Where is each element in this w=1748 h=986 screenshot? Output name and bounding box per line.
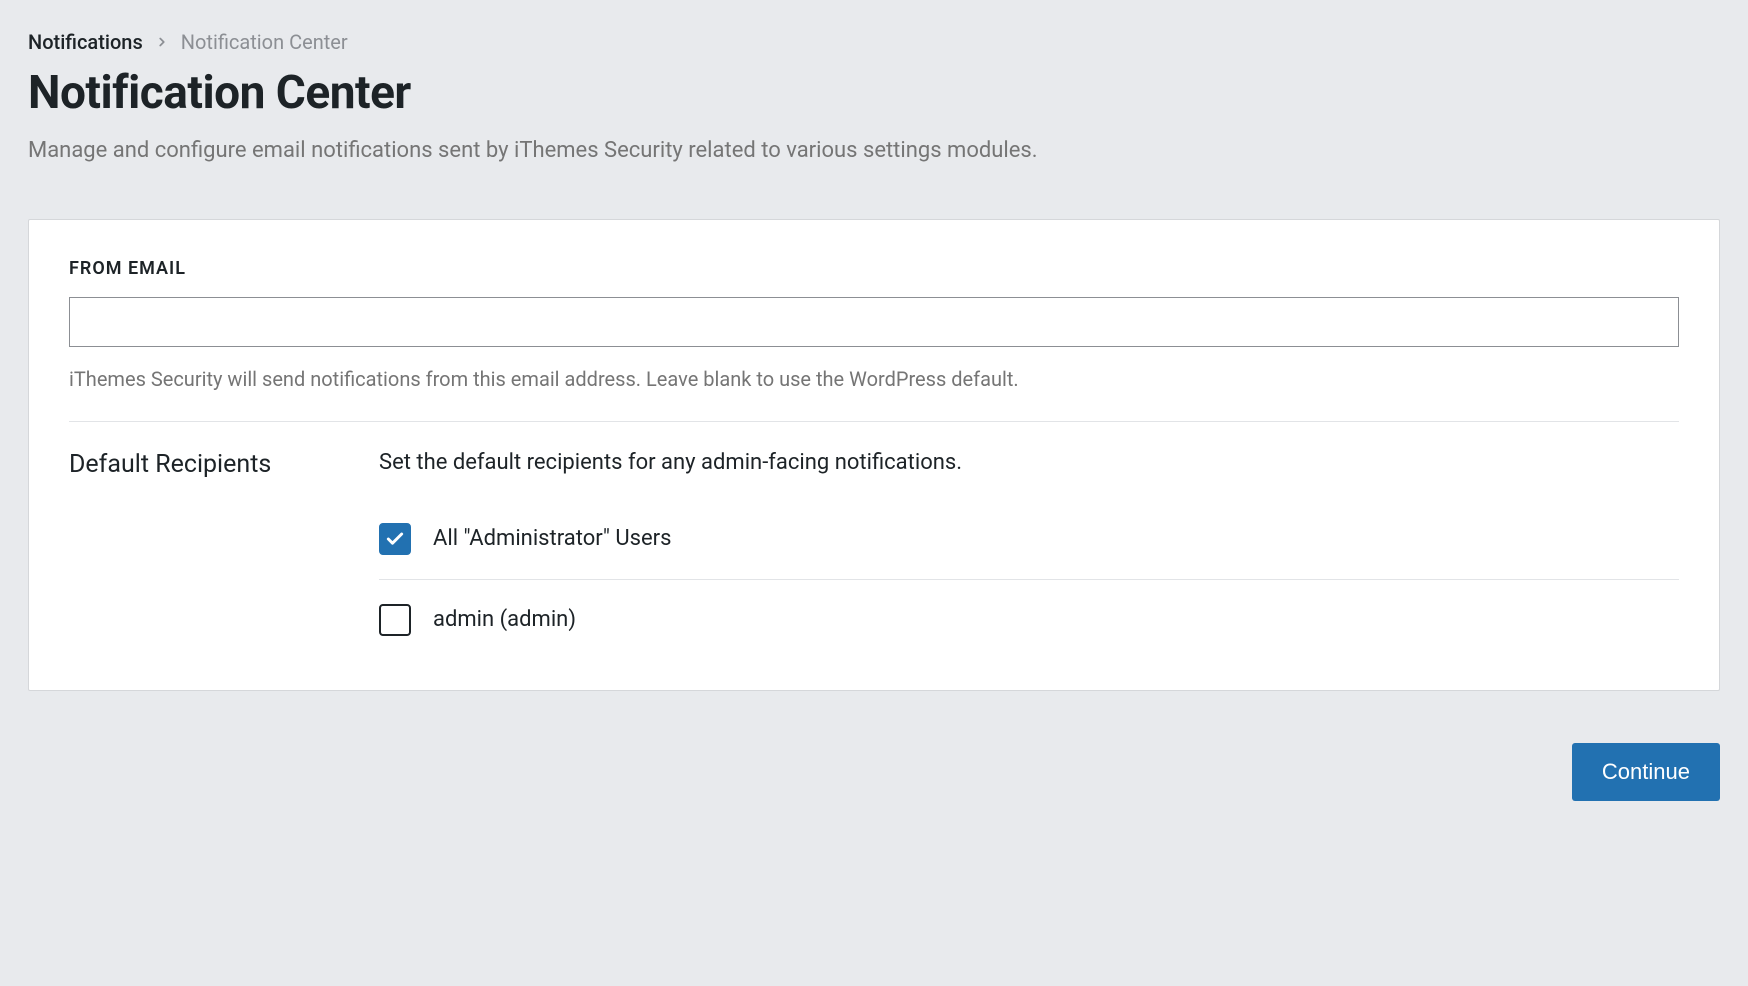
breadcrumb-root[interactable]: Notifications (28, 30, 143, 54)
page-title: Notification Center (28, 66, 1720, 120)
divider (379, 579, 1679, 580)
from-email-label: FROM EMAIL (69, 258, 1679, 279)
recipient-checkbox-all-admin[interactable] (379, 523, 411, 555)
continue-button[interactable]: Continue (1572, 743, 1720, 801)
chevron-right-icon (155, 35, 169, 49)
page-description: Manage and configure email notifications… (28, 136, 1720, 167)
recipient-label[interactable]: All "Administrator" Users (433, 526, 671, 551)
default-recipients-label: Default Recipients (69, 450, 331, 654)
breadcrumb: Notifications Notification Center (28, 30, 1720, 54)
recipient-checkbox-admin[interactable] (379, 604, 411, 636)
settings-card: FROM EMAIL iThemes Security will send no… (28, 219, 1720, 691)
default-recipients-description: Set the default recipients for any admin… (379, 450, 1679, 475)
breadcrumb-current: Notification Center (181, 30, 348, 54)
from-email-input[interactable] (69, 297, 1679, 347)
recipient-row: admin (admin) (379, 586, 1679, 654)
default-recipients-section: Default Recipients Set the default recip… (69, 422, 1679, 654)
recipient-row: All "Administrator" Users (379, 505, 1679, 573)
footer: Continue (28, 743, 1720, 801)
recipient-label[interactable]: admin (admin) (433, 607, 576, 632)
from-email-help: iThemes Security will send notifications… (69, 365, 1679, 393)
